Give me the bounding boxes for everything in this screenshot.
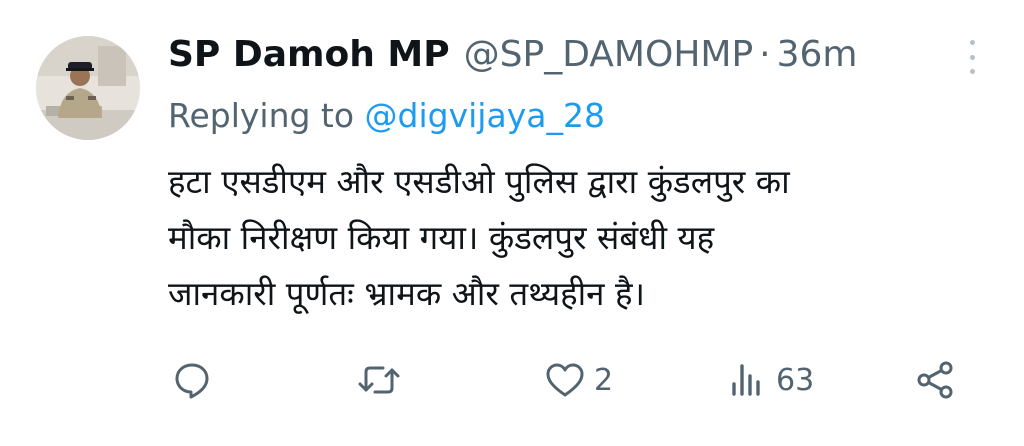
retweet-icon: [358, 366, 400, 394]
display-name[interactable]: SP Damoh MP: [168, 30, 450, 80]
reply-icon: [175, 363, 209, 399]
avatar-image: [36, 36, 140, 140]
share-button[interactable]: [914, 350, 956, 410]
replying-to-label: Replying to: [168, 96, 355, 135]
tweet[interactable]: SP Damoh MP @SP_DAMOHMP · 36m Replying t…: [0, 0, 1024, 446]
avatar[interactable]: [36, 36, 140, 140]
replying-to: Replying to @digvijaya_28: [168, 93, 605, 139]
action-bar: 2 63: [0, 350, 1024, 410]
like-count: 2: [594, 362, 614, 398]
tweet-text: हटा एसडीएम और एसडीओ पुलिस द्वारा कुंडलपु…: [168, 154, 998, 322]
views-count: 63: [776, 362, 815, 398]
views-button[interactable]: 63: [728, 350, 814, 410]
user-handle[interactable]: @SP_DAMOHMP: [464, 30, 754, 80]
tweet-header: SP Damoh MP @SP_DAMOHMP · 36m: [168, 30, 944, 80]
separator-dot: ·: [759, 34, 771, 75]
share-icon: [917, 361, 953, 399]
views-icon: [732, 364, 760, 396]
timestamp[interactable]: 36m: [777, 30, 858, 80]
replying-to-handle[interactable]: @digvijaya_28: [365, 96, 605, 135]
reply-button[interactable]: [172, 350, 220, 410]
like-button[interactable]: 2: [544, 350, 613, 410]
tweet-text-line: हटा एसडीएम और एसडीओ पुलिस द्वारा कुंडलपु…: [168, 162, 790, 201]
tweet-text-line: जानकारी पूर्णतः भ्रामक और तथ्यहीन है।: [168, 274, 645, 313]
heart-icon: [546, 363, 584, 397]
tweet-text-line: मौका निरीक्षण किया गया। कुंडलपुर संबंधी …: [168, 218, 715, 257]
more-options-icon[interactable]: [966, 40, 978, 74]
retweet-button[interactable]: [356, 350, 410, 410]
